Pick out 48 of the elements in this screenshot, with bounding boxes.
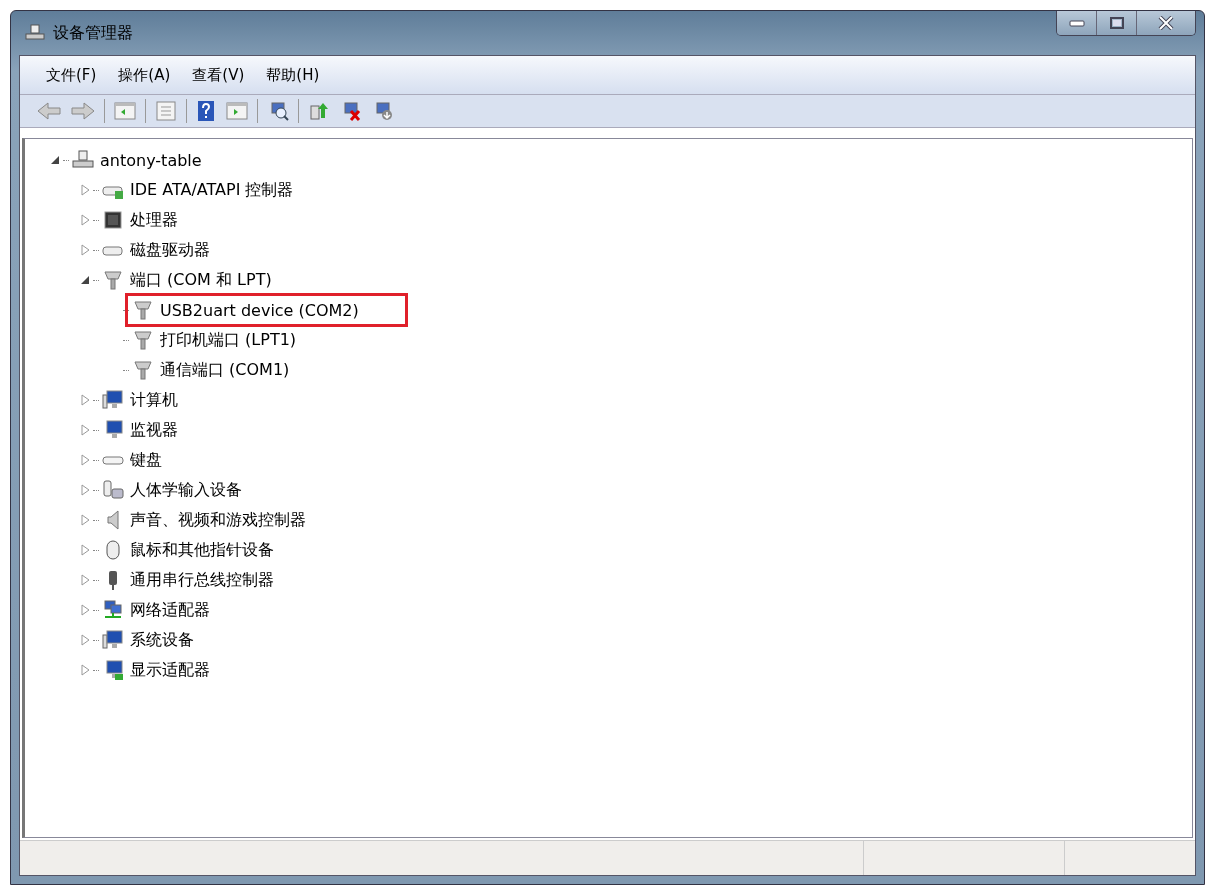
menu-item[interactable]: 查看(V) <box>192 65 245 85</box>
close-icon <box>1157 16 1175 30</box>
tree-item[interactable]: 人体学输入设备 <box>130 479 242 501</box>
connector-icon <box>132 329 154 351</box>
maximize-button[interactable] <box>1097 11 1137 35</box>
game-controller-icon <box>102 479 124 501</box>
tree-item[interactable]: 处理器 <box>130 209 178 231</box>
tree-item[interactable]: 通信端口 (COM1) <box>160 359 290 381</box>
tree-item[interactable]: 网络适配器 <box>130 599 210 621</box>
connector-icon <box>132 359 154 381</box>
tree-item[interactable]: 显示适配器 <box>130 659 210 681</box>
minimize-icon <box>1068 19 1085 27</box>
computer-icon <box>25 23 45 43</box>
menu-item[interactable]: 文件(F) <box>46 65 97 85</box>
connector-icon <box>102 269 124 291</box>
tree-item[interactable]: USB2uart device (COM2) <box>160 300 359 320</box>
forward-icon[interactable] <box>70 100 96 122</box>
tree-item[interactable]: 通用串行总线控制器 <box>130 569 274 591</box>
window-title: 设备管理器 <box>53 22 133 44</box>
monitor-icon <box>102 389 124 411</box>
expander-icon[interactable] <box>49 154 61 166</box>
menu-item[interactable]: 操作(A) <box>118 65 171 85</box>
tree-item[interactable]: IDE ATA/ATAPI 控制器 <box>130 179 294 201</box>
computer-icon <box>72 149 94 171</box>
chip-icon <box>102 209 124 231</box>
tree-item[interactable]: 磁盘驱动器 <box>130 239 210 261</box>
panel-icon[interactable] <box>113 100 137 122</box>
panel-icon[interactable] <box>225 100 249 122</box>
expander-icon[interactable] <box>79 274 91 286</box>
help-icon[interactable] <box>195 100 217 122</box>
tree-item[interactable]: 监视器 <box>130 419 178 441</box>
properties-icon[interactable] <box>154 100 178 122</box>
tree-item[interactable]: 打印机端口 (LPT1) <box>160 329 297 351</box>
maximize-icon <box>1108 16 1125 30</box>
tree-item[interactable]: 键盘 <box>130 449 162 471</box>
network-icon <box>102 599 124 621</box>
tree-item[interactable]: antony-table <box>100 150 202 170</box>
tree-item[interactable]: 声音、视频和游戏控制器 <box>130 509 306 531</box>
tree-item[interactable]: 端口 (COM 和 LPT) <box>130 269 272 291</box>
minimize-button[interactable] <box>1057 11 1097 35</box>
back-icon[interactable] <box>36 100 62 122</box>
tree-item[interactable]: 计算机 <box>130 389 178 411</box>
tree-item[interactable]: 鼠标和其他指针设备 <box>130 539 274 561</box>
monitor-icon <box>102 629 124 651</box>
connector-icon <box>132 299 154 321</box>
menu-item[interactable]: 帮助(H) <box>266 65 320 85</box>
close-button[interactable] <box>1137 11 1195 35</box>
tree-item[interactable]: 系统设备 <box>130 629 194 651</box>
